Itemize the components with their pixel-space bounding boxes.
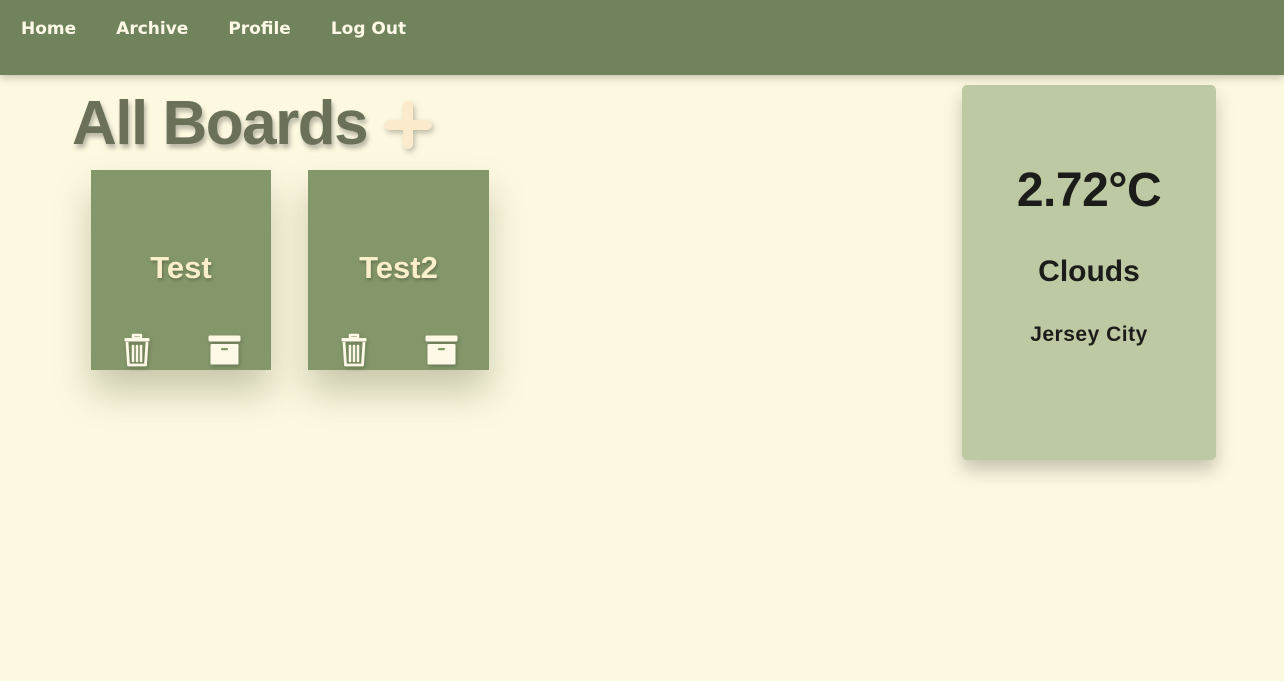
board-title: Test2 — [359, 250, 438, 285]
nav-archive-link[interactable]: Archive — [116, 19, 188, 39]
weather-condition: Clouds — [1038, 255, 1140, 288]
board-card[interactable]: Test2 — [308, 170, 489, 370]
weather-city: Jersey City — [1030, 323, 1148, 346]
nav-home-link[interactable]: Home — [21, 19, 76, 39]
nav-profile-link[interactable]: Profile — [228, 19, 290, 39]
board-card[interactable]: Test — [91, 170, 271, 370]
top-navbar: Home Archive Profile Log Out — [0, 0, 1284, 75]
add-board-button[interactable] — [382, 99, 434, 151]
plus-icon — [384, 101, 432, 149]
trash-icon — [124, 333, 150, 367]
archive-board-button[interactable] — [208, 335, 241, 365]
delete-board-button[interactable] — [340, 333, 368, 367]
delete-board-button[interactable] — [123, 333, 151, 367]
nav-logout-link[interactable]: Log Out — [331, 19, 406, 39]
board-title: Test — [150, 250, 212, 285]
page-title: All Boards — [72, 89, 369, 158]
archive-box-icon — [425, 335, 458, 365]
trash-icon — [341, 333, 367, 367]
archive-board-button[interactable] — [425, 335, 458, 365]
archive-box-icon — [208, 335, 241, 365]
weather-temperature: 2.72°C — [1016, 164, 1162, 217]
weather-widget: 2.72°C Clouds Jersey City — [962, 85, 1216, 460]
